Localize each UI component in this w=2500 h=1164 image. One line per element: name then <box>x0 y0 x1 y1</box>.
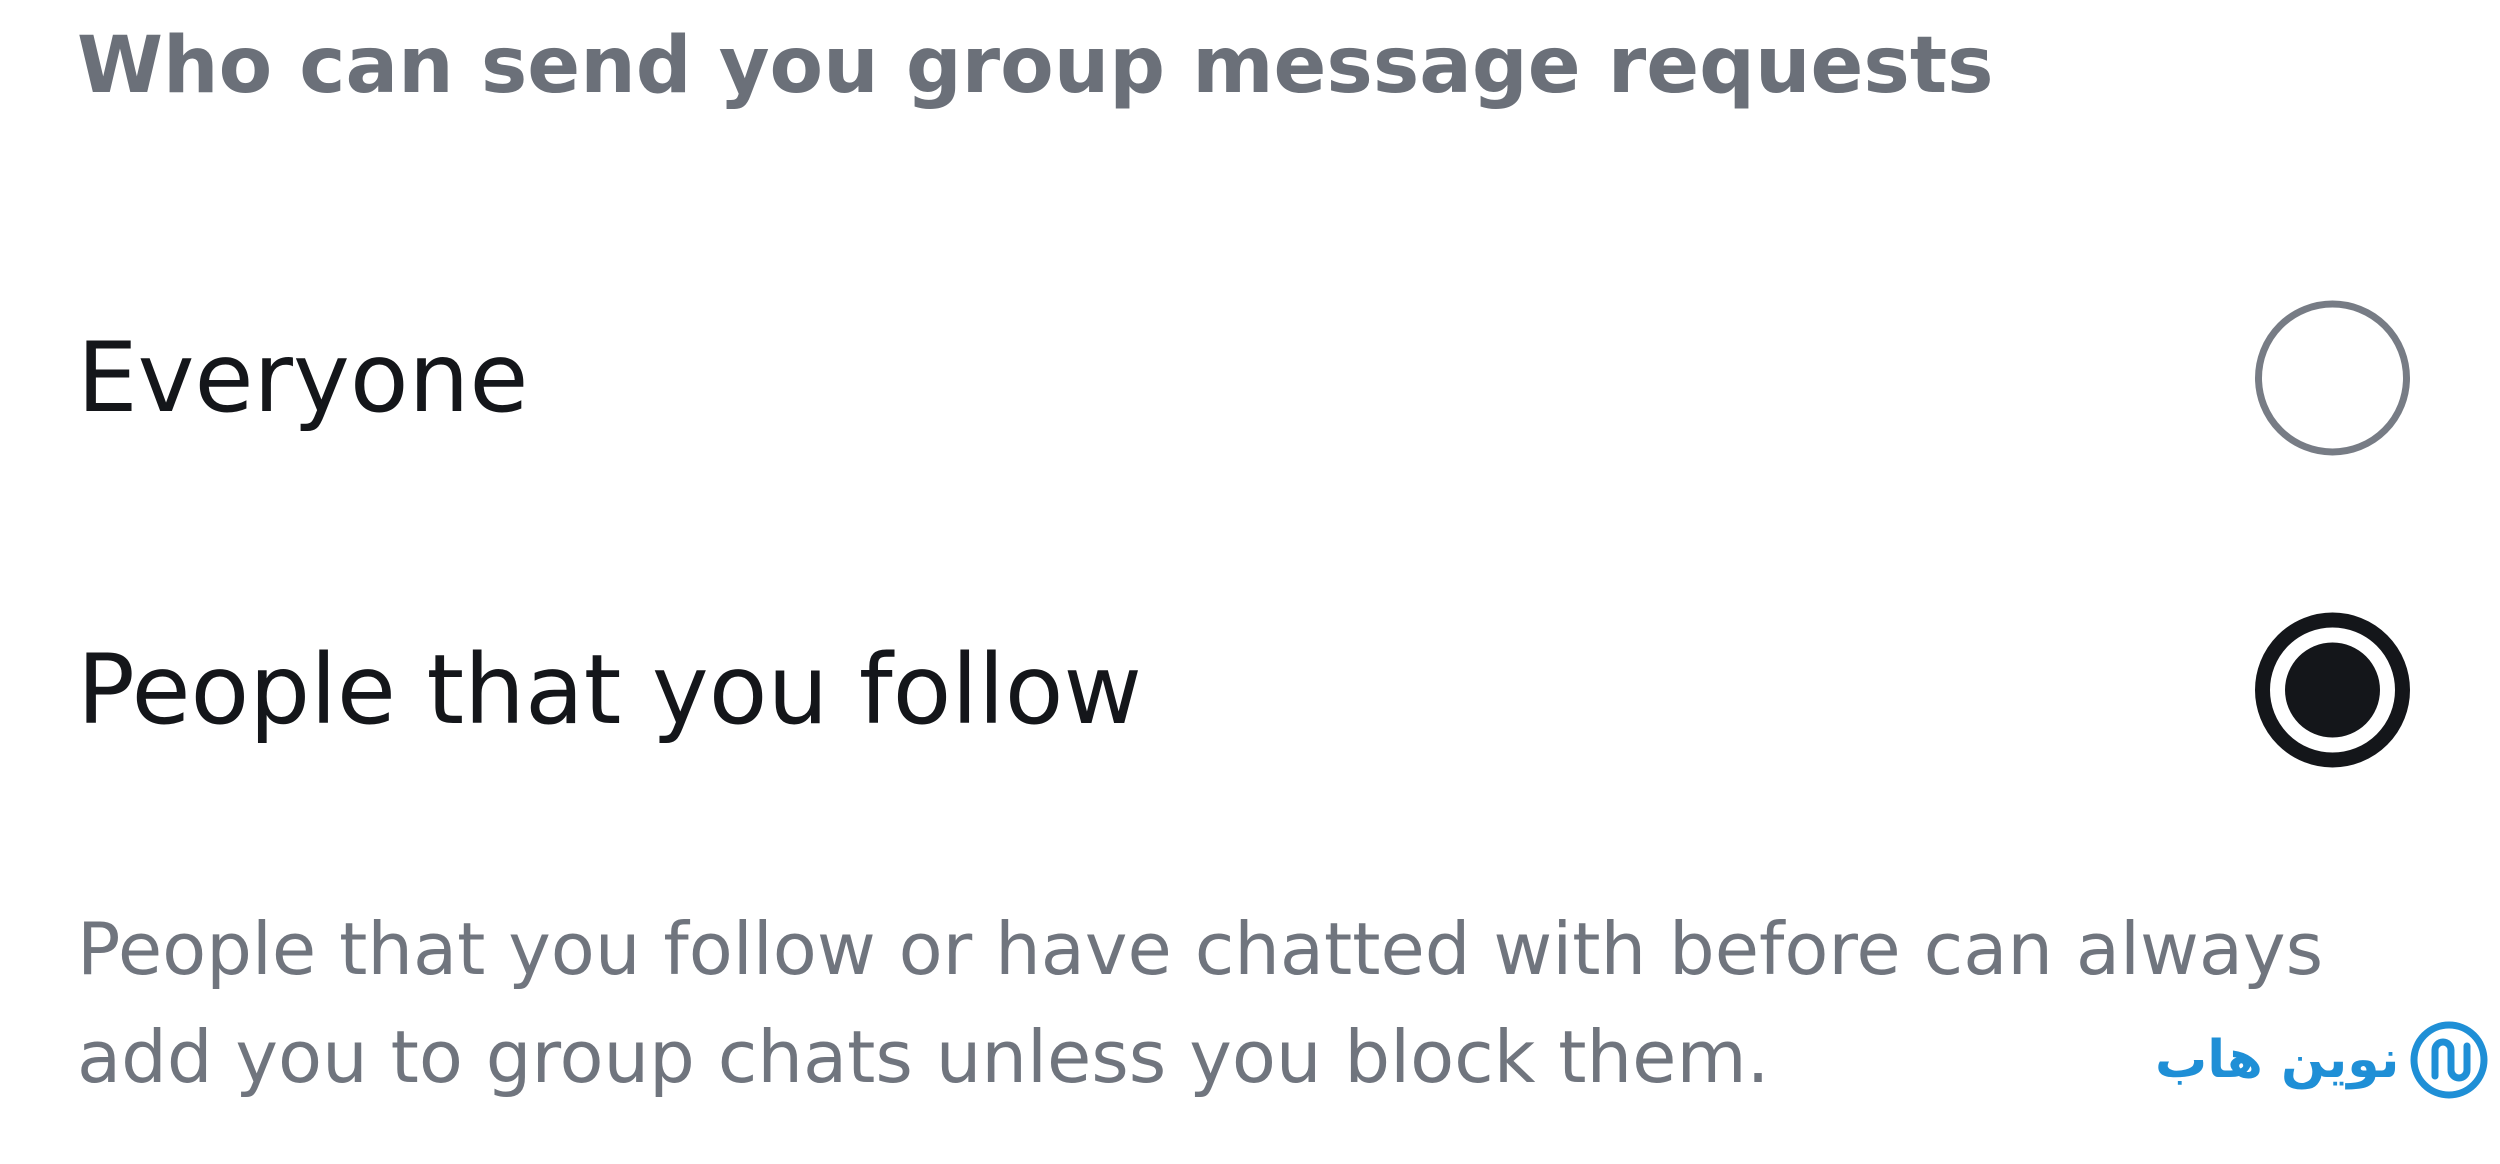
section-title: Who can send you group message requests <box>77 21 1994 111</box>
radio-selected-dot <box>2285 642 2380 738</box>
option-everyone[interactable]: Everyone <box>0 268 2500 488</box>
option-people-you-follow[interactable]: People that you follow <box>0 580 2500 800</box>
radio-people-you-follow[interactable] <box>2255 612 2410 768</box>
watermark: نوین هاب <box>2155 1020 2489 1100</box>
watermark-text: نوین هاب <box>2155 1030 2400 1090</box>
description-text: People that you follow or have chatted w… <box>77 907 2324 1099</box>
radio-everyone[interactable] <box>2255 300 2410 456</box>
option-everyone-label: Everyone <box>77 322 529 434</box>
novinhub-logo-icon <box>2410 1021 2488 1099</box>
option-people-you-follow-label: People that you follow <box>77 634 1142 746</box>
